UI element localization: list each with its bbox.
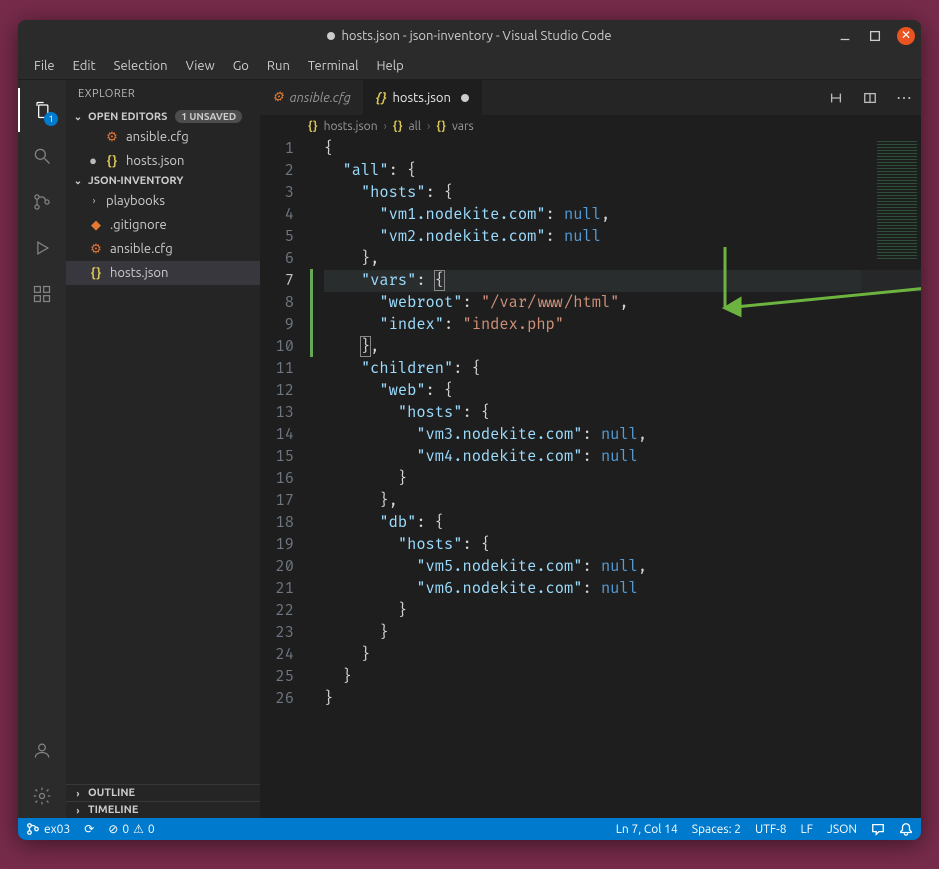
menu-run[interactable]: Run: [259, 55, 298, 77]
json-file-icon: {}: [88, 263, 104, 283]
object-icon: {}: [436, 120, 446, 133]
tree-folder-playbooks[interactable]: › playbooks: [66, 189, 260, 213]
chevron-right-icon: ›: [72, 788, 84, 799]
settings-gear-icon[interactable]: [18, 774, 66, 818]
chevron-down-icon: ⌄: [72, 111, 84, 123]
breadcrumb[interactable]: {} hosts.json › {} all › {} vars: [260, 115, 921, 137]
maximize-button[interactable]: [867, 28, 883, 44]
minimap[interactable]: [861, 137, 921, 337]
open-editors-header[interactable]: ⌄ OPEN EDITORS 1 UNSAVED: [66, 108, 260, 125]
vscode-window: hosts.json - json-inventory - Visual Stu…: [18, 20, 921, 840]
chevron-down-icon: ⌄: [72, 175, 84, 187]
gear-file-icon: ⚙: [104, 127, 120, 147]
indentation[interactable]: Spaces: 2: [692, 823, 741, 836]
feedback-icon[interactable]: [871, 822, 885, 836]
sidebar-title: EXPLORER: [66, 80, 260, 108]
gear-file-icon: ⚙: [88, 239, 104, 259]
accounts-icon[interactable]: [18, 728, 66, 772]
gear-file-icon: ⚙: [272, 90, 284, 105]
menu-help[interactable]: Help: [368, 55, 411, 77]
more-actions-icon[interactable]: ⋯: [887, 80, 921, 115]
notifications-icon[interactable]: [899, 822, 913, 836]
explorer-badge: 1: [44, 112, 58, 126]
extensions-icon[interactable]: [18, 272, 66, 316]
window-title: hosts.json - json-inventory - Visual Stu…: [341, 29, 611, 43]
run-debug-icon[interactable]: [18, 226, 66, 270]
compare-changes-icon[interactable]: [819, 80, 853, 115]
search-icon[interactable]: [18, 134, 66, 178]
split-editor-icon[interactable]: [853, 80, 887, 115]
json-file-icon: {}: [104, 151, 120, 171]
editor-tabs: ⚙ ansible.cfg {} hosts.json ⋯: [260, 80, 921, 115]
problems[interactable]: ⊘ 0 ⚠ 0: [108, 822, 154, 836]
menu-file[interactable]: File: [26, 55, 63, 77]
tab-ansible-cfg[interactable]: ⚙ ansible.cfg: [260, 80, 364, 115]
editor-area: ⚙ ansible.cfg {} hosts.json ⋯ {} hosts.j…: [260, 80, 921, 818]
statusbar: ex03 ⟳ ⊘ 0 ⚠ 0 Ln 7, Col 14 Spaces: 2 UT…: [18, 818, 921, 840]
timeline-header[interactable]: › TIMELINE: [66, 801, 260, 818]
unsaved-badge: 1 UNSAVED: [175, 110, 242, 123]
titlebar: hosts.json - json-inventory - Visual Stu…: [18, 20, 921, 52]
menu-go[interactable]: Go: [225, 55, 257, 77]
source-control-icon[interactable]: [18, 180, 66, 224]
object-icon: {}: [393, 120, 403, 133]
menu-view[interactable]: View: [178, 55, 223, 77]
tree-file-hosts-json[interactable]: {} hosts.json: [66, 261, 260, 285]
tab-hosts-json[interactable]: {} hosts.json: [364, 80, 482, 115]
line-number-gutter: 1234567891011121314151617181920212223242…: [260, 137, 310, 818]
tree-file-gitignore[interactable]: ◆ .gitignore: [66, 213, 260, 237]
activity-bar: 1: [18, 80, 66, 818]
json-file-icon: {}: [376, 91, 387, 105]
menu-selection[interactable]: Selection: [106, 55, 176, 77]
menubar: File Edit Selection View Go Run Terminal…: [18, 52, 921, 80]
git-file-icon: ◆: [88, 215, 104, 235]
chevron-right-icon: ›: [72, 805, 84, 816]
sidebar: EXPLORER ⌄ OPEN EDITORS 1 UNSAVED ⚙ ansi…: [66, 80, 260, 818]
open-editor-item[interactable]: ● {} hosts.json: [66, 149, 260, 173]
tree-file-ansible-cfg[interactable]: ⚙ ansible.cfg: [66, 237, 260, 261]
outline-header[interactable]: › OUTLINE: [66, 784, 260, 801]
project-header[interactable]: ⌄ JSON-INVENTORY: [66, 173, 260, 189]
title-dirty-dot: [327, 32, 335, 40]
git-branch[interactable]: ex03: [26, 822, 70, 836]
minimize-button[interactable]: [837, 28, 853, 44]
dirty-indicator-icon: [461, 94, 469, 102]
explorer-icon[interactable]: 1: [18, 88, 66, 132]
sync-icon[interactable]: ⟳: [84, 822, 94, 836]
language-mode[interactable]: JSON: [827, 823, 857, 836]
eol[interactable]: LF: [801, 823, 813, 836]
code-content[interactable]: { "all": { "hosts": { "vm1.nodekite.com"…: [314, 137, 921, 818]
code-editor[interactable]: 1234567891011121314151617181920212223242…: [260, 137, 921, 818]
menu-terminal[interactable]: Terminal: [300, 55, 367, 77]
cursor-position[interactable]: Ln 7, Col 14: [616, 823, 678, 836]
menu-edit[interactable]: Edit: [65, 55, 104, 77]
open-editor-item[interactable]: ⚙ ansible.cfg: [66, 125, 260, 149]
encoding[interactable]: UTF-8: [755, 823, 786, 836]
json-file-icon: {}: [308, 120, 318, 133]
close-button[interactable]: ✕: [897, 27, 915, 45]
